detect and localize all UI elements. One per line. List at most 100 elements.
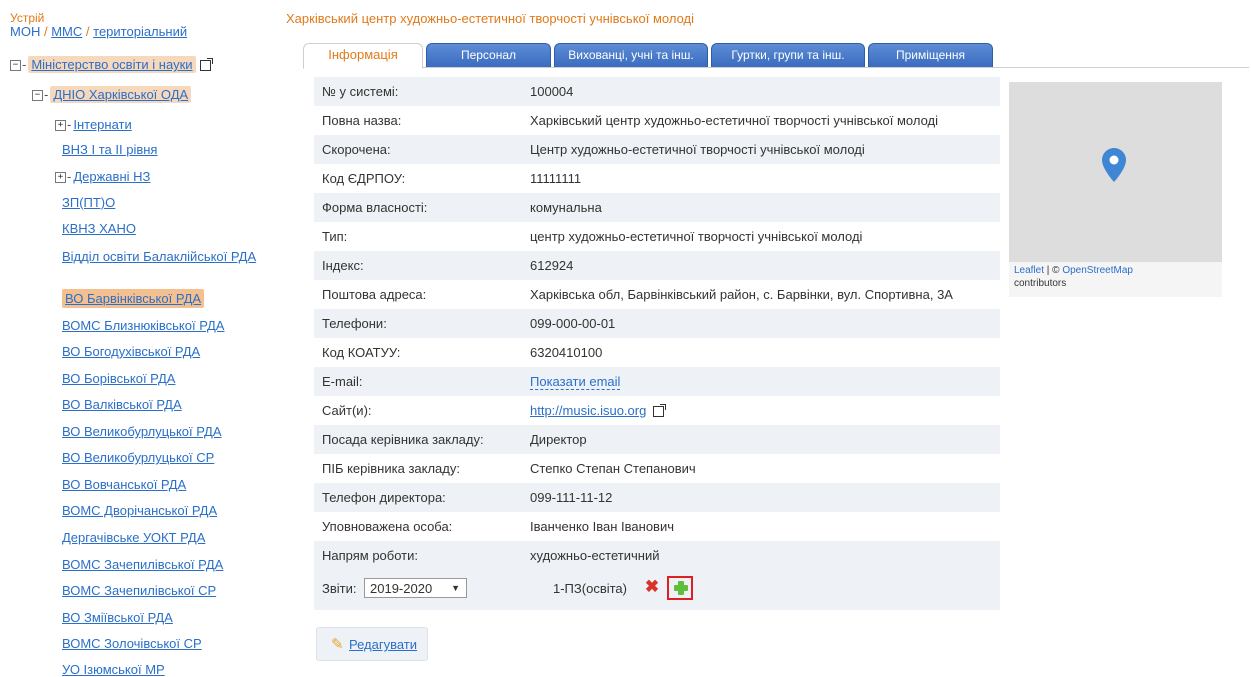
tree-item-link[interactable]: ВОМС Золочівської СР xyxy=(62,636,202,651)
tree-item-link[interactable]: ВО Вовчанської РДА xyxy=(62,477,186,492)
show-email-link[interactable]: Показати email xyxy=(530,374,621,390)
info-label: Індекс: xyxy=(322,258,364,273)
tab-premises[interactable]: Приміщення xyxy=(868,43,993,67)
info-value: 099-111-11-12 xyxy=(530,490,613,505)
info-row: Уповноважена особа: Іванченко Іван Івано… xyxy=(314,512,1000,541)
info-value: Центр художньо-естетичної творчості учні… xyxy=(530,142,865,157)
info-label: Напрям роботи: xyxy=(322,548,419,563)
info-row: Індекс: 612924 xyxy=(314,251,1000,280)
info-label: Телефони: xyxy=(322,316,387,331)
map[interactable] xyxy=(1009,82,1222,262)
info-value: Іванченко Іван Іванович xyxy=(530,519,674,534)
tab-groups[interactable]: Гуртки, групи та інш. xyxy=(711,43,865,67)
tree-item: ВНЗ І та ІІ рівня xyxy=(62,140,157,160)
tree-item-link[interactable]: Інтернати xyxy=(73,117,131,132)
info-row: Телефон директора: 099-111-11-12 xyxy=(314,483,1000,512)
delete-icon[interactable]: ✖ xyxy=(644,578,660,595)
tree-item-link[interactable]: ВО Великобурлуцької СР xyxy=(62,450,214,465)
plus-icon xyxy=(674,581,688,595)
external-link-icon[interactable] xyxy=(653,404,667,418)
tree-item-link[interactable]: ВО Борівської РДА xyxy=(62,371,175,386)
tree-item: ВО Борівської РДА xyxy=(62,369,175,389)
collapse-icon[interactable]: − xyxy=(10,60,21,72)
attribution-contributors: contributors xyxy=(1014,278,1067,289)
openstreetmap-link[interactable]: OpenStreetMap xyxy=(1062,265,1133,276)
info-label: Код КОАТУУ: xyxy=(322,345,401,360)
dropdown-arrow-icon: ▼ xyxy=(451,583,460,593)
tree-item-link[interactable]: ВО Богодухівської РДА xyxy=(62,344,200,359)
info-label: Телефон директора: xyxy=(322,490,446,505)
website-link[interactable]: http://music.isuo.org xyxy=(530,403,646,418)
tree-item-link[interactable]: ВНЗ І та ІІ рівня xyxy=(62,142,157,157)
expand-icon[interactable]: + xyxy=(55,120,66,132)
edit-button-label: Редагувати xyxy=(349,637,418,652)
tree-item: ВО Богодухівської РДА xyxy=(62,342,200,362)
sidebar: Устрій МОН / ММС / територіальний − - Міні… xyxy=(0,0,270,677)
device-link-territorial[interactable]: територіальний xyxy=(93,24,187,39)
info-label: Поштова адреса: xyxy=(322,287,427,302)
info-row: E-mail: Показати email xyxy=(314,367,1000,396)
reports-row: Звіти: 2019-2020 ▼ 1-ПЗ(освіта) ✖ xyxy=(314,568,1000,610)
device-link-mon[interactable]: МОН xyxy=(10,24,40,39)
tree-item-link[interactable]: ВО Великобурлуцької РДА xyxy=(62,424,222,439)
edit-button[interactable]: ✎ Редагувати xyxy=(316,627,428,661)
tab-staff[interactable]: Персонал xyxy=(426,43,551,67)
tree-item: ВОМС Зачепилівської СР xyxy=(62,581,216,601)
device-link-mms[interactable]: ММС xyxy=(51,24,82,39)
tree-connector: - xyxy=(67,169,72,184)
tree-item: ВОМС Близнюківської РДА xyxy=(62,316,224,336)
info-value: Показати email xyxy=(530,367,621,396)
info-row: ПІБ керівника закладу: Степко Степан Сте… xyxy=(314,454,1000,483)
tree-item-link[interactable]: ВО Зміївської РДА xyxy=(62,610,173,625)
device-separator: / xyxy=(85,24,90,39)
tree-item: ВОМС Зачепилівської РДА xyxy=(62,555,223,575)
info-row: Поштова адреса: Харківська обл, Барвінкі… xyxy=(314,280,1000,309)
tree-connector: - xyxy=(22,57,27,72)
external-link-icon[interactable] xyxy=(199,58,213,72)
info-row: Скорочена: Центр художньо-естетичної тво… xyxy=(314,135,1000,164)
info-row: Код КОАТУУ: 6320410100 xyxy=(314,338,1000,367)
attribution-separator: | © xyxy=(1044,265,1063,276)
tree-item: Дергачівське УОКТ РДА xyxy=(62,528,205,548)
tree-item-link[interactable]: КВНЗ ХАНО xyxy=(62,221,136,236)
tree-root-link[interactable]: Міністерство освіти і науки xyxy=(28,56,196,73)
expand-icon[interactable]: + xyxy=(55,172,66,184)
tree-item-link[interactable]: ЗП(ПТ)О xyxy=(62,195,115,210)
tree-item-link[interactable]: ВОМС Дворічанської РДА xyxy=(62,503,217,518)
tree-region-link[interactable]: ДНІО Харківської ОДА xyxy=(50,86,192,103)
page-title: Харківський центр художньо-естетичної тв… xyxy=(286,11,695,26)
tree-item: ВО Великобурлуцької РДА xyxy=(62,422,222,442)
tree-item-link-selected[interactable]: ВО Барвінківської РДА xyxy=(62,289,205,308)
info-label: E-mail: xyxy=(322,374,363,389)
tree-item-link[interactable]: ВО Валківської РДА xyxy=(62,397,182,412)
collapse-icon[interactable]: − xyxy=(32,90,43,102)
info-label: Код ЄДРПОУ: xyxy=(322,171,406,186)
tree-item-link[interactable]: ВОМС Зачепилівської СР xyxy=(62,583,216,598)
info-value: 099-000-00-01 xyxy=(530,316,616,331)
map-marker-icon[interactable] xyxy=(1102,148,1126,182)
info-label: Уповноважена особа: xyxy=(322,519,453,534)
tab-students[interactable]: Вихованці, учні та інш. xyxy=(554,43,708,67)
tree-item-link[interactable]: Дергачівське УОКТ РДА xyxy=(62,530,205,545)
tree-item-link[interactable]: УО Ізюмської МР xyxy=(62,662,165,677)
leaflet-link[interactable]: Leaflet xyxy=(1014,265,1044,276)
reports-label: Звіти: xyxy=(322,581,357,596)
info-value: http://music.isuo.org xyxy=(530,396,667,425)
info-label: Сайт(и): xyxy=(322,403,372,418)
tree-item-link[interactable]: ВОМС Близнюківської РДА xyxy=(62,318,224,333)
tree-item-link[interactable]: Державні НЗ xyxy=(73,169,150,184)
tree-connector: - xyxy=(44,87,49,102)
tree-item-link[interactable]: ВОМС Зачепилівської РДА xyxy=(62,557,223,572)
year-select[interactable]: 2019-2020 ▼ xyxy=(364,578,467,598)
tree-item: + - Державні НЗ xyxy=(55,167,150,187)
year-select-value: 2019-2020 xyxy=(370,581,433,596)
tree-region-row: − - ДНІО Харківської ОДА xyxy=(32,85,192,105)
info-value: 11111111 xyxy=(530,171,582,186)
info-value: художньо-естетичний xyxy=(530,548,660,563)
tree-item: ВО Вовчанської РДА xyxy=(62,475,186,495)
tree-item-link[interactable]: Відділ освіти Балаклійської РДА xyxy=(62,250,262,263)
info-row: Тип: центр художньо-естетичної творчості… xyxy=(314,222,1000,251)
tab-info[interactable]: Інформація xyxy=(303,43,423,69)
add-report-button[interactable] xyxy=(667,576,693,600)
info-label: Скорочена: xyxy=(322,142,391,157)
